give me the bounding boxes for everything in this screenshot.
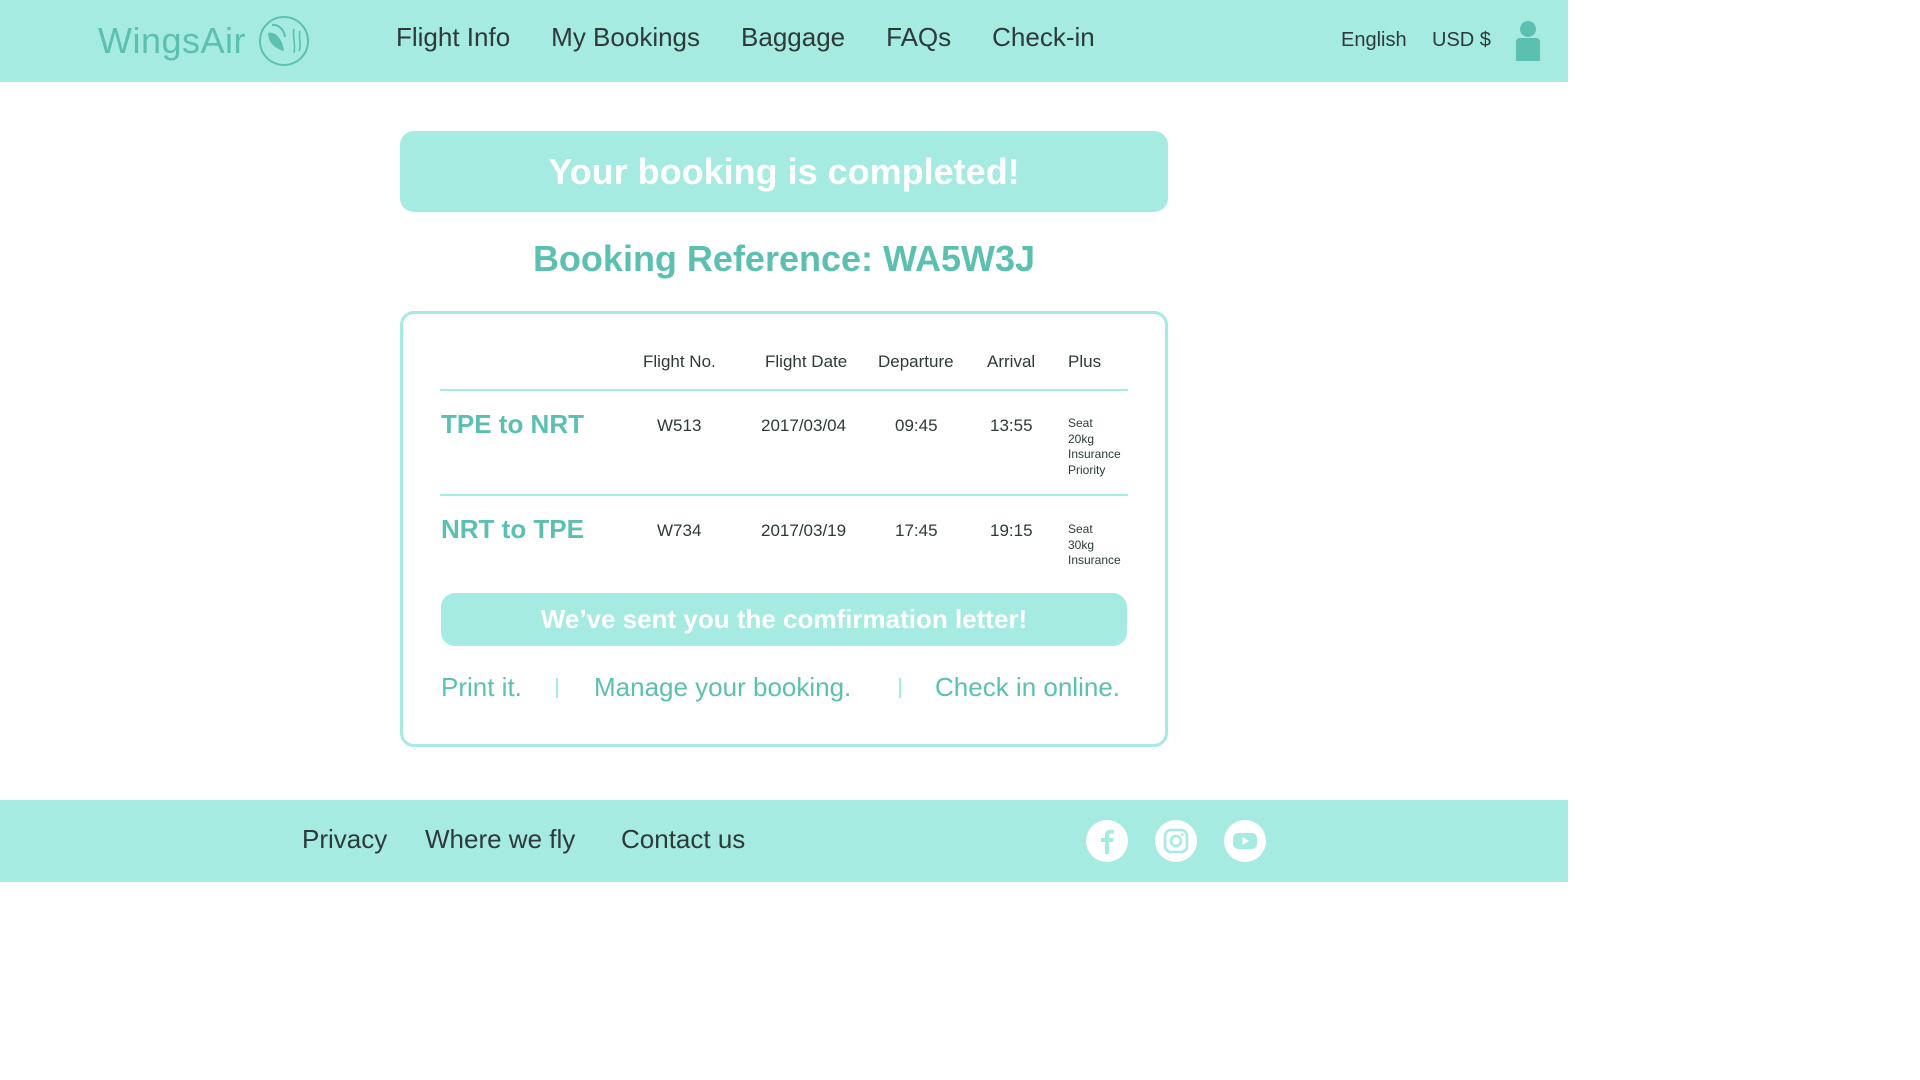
nav-my-bookings[interactable]: My Bookings bbox=[551, 22, 700, 53]
nav-baggage[interactable]: Baggage bbox=[741, 22, 845, 53]
plus-item: Priority bbox=[1068, 462, 1106, 477]
row-plus-list: Seat 30kg Insurance bbox=[1068, 522, 1121, 569]
plus-item: 30kg bbox=[1068, 537, 1095, 552]
confirmation-text: We’ve sent you the comfirmation letter! bbox=[540, 604, 1028, 634]
nav-flight-info[interactable]: Flight Info bbox=[396, 22, 510, 53]
row-route: TPE to NRT bbox=[441, 409, 584, 439]
footer-privacy-link[interactable]: Privacy bbox=[302, 824, 387, 855]
link-separator bbox=[899, 678, 901, 698]
facebook-icon bbox=[1101, 829, 1114, 854]
link-separator bbox=[556, 678, 558, 698]
row-plus-list: Seat 20kg Insurance Priority bbox=[1068, 416, 1121, 478]
print-link[interactable]: Print it. bbox=[441, 672, 522, 703]
header-flight-no: Flight No. bbox=[643, 352, 716, 371]
nav-faqs[interactable]: FAQs bbox=[886, 22, 951, 53]
row-departure: 17:45 bbox=[895, 521, 938, 540]
row-flight-date: 2017/03/19 bbox=[761, 521, 847, 540]
plus-item: Insurance bbox=[1068, 447, 1121, 461]
row-flight-no: W734 bbox=[657, 521, 702, 540]
header-arrival: Arrival bbox=[987, 352, 1036, 371]
header-departure: Departure bbox=[878, 352, 954, 371]
table-divider bbox=[440, 494, 1128, 496]
nav-check-in[interactable]: Check-in bbox=[992, 22, 1095, 53]
wings-logo-icon bbox=[259, 16, 310, 66]
footer-where-we-fly-link[interactable]: Where we fly bbox=[425, 824, 575, 855]
plus-item: Seat bbox=[1068, 416, 1093, 430]
instagram-icon bbox=[1163, 828, 1189, 854]
youtube-icon bbox=[1233, 833, 1257, 849]
row-departure: 09:45 bbox=[895, 416, 938, 435]
currency-selector[interactable]: USD $ bbox=[1432, 29, 1491, 52]
header-flight-date: Flight Date bbox=[765, 352, 848, 371]
instagram-button[interactable] bbox=[1155, 820, 1197, 862]
booking-reference: Booking Reference: WA5W3J bbox=[532, 238, 1036, 279]
manage-booking-link[interactable]: Manage your booking. bbox=[594, 672, 851, 703]
banner-text: Your booking is completed! bbox=[548, 150, 1020, 192]
check-in-online-link[interactable]: Check in online. bbox=[935, 672, 1120, 703]
row-arrival: 13:55 bbox=[990, 416, 1033, 435]
youtube-button[interactable] bbox=[1224, 820, 1266, 862]
main-nav: Flight Info My Bookings Baggage FAQs Che… bbox=[396, 22, 1095, 53]
plus-item: Seat bbox=[1068, 522, 1093, 536]
row-flight-date: 2017/03/04 bbox=[761, 416, 847, 435]
row-route: NRT to TPE bbox=[441, 514, 584, 544]
plus-item: 20kg bbox=[1068, 431, 1095, 446]
brand-logo[interactable]: WingsAir bbox=[98, 14, 310, 68]
header-plus: Plus bbox=[1068, 352, 1102, 371]
booking-complete-banner: Your booking is completed! bbox=[400, 131, 1168, 212]
confirmation-banner: We’ve sent you the comfirmation letter! bbox=[441, 593, 1127, 646]
footer-bar bbox=[0, 800, 1568, 882]
facebook-button[interactable] bbox=[1086, 820, 1128, 862]
plus-item: Insurance bbox=[1068, 553, 1121, 567]
footer-contact-link[interactable]: Contact us bbox=[621, 824, 745, 855]
user-account-icon[interactable] bbox=[1513, 20, 1543, 62]
brand-name: WingsAir bbox=[98, 20, 247, 61]
language-selector[interactable]: English bbox=[1341, 29, 1407, 52]
table-divider bbox=[440, 389, 1128, 391]
row-flight-no: W513 bbox=[657, 416, 702, 435]
row-arrival: 19:15 bbox=[990, 521, 1033, 540]
